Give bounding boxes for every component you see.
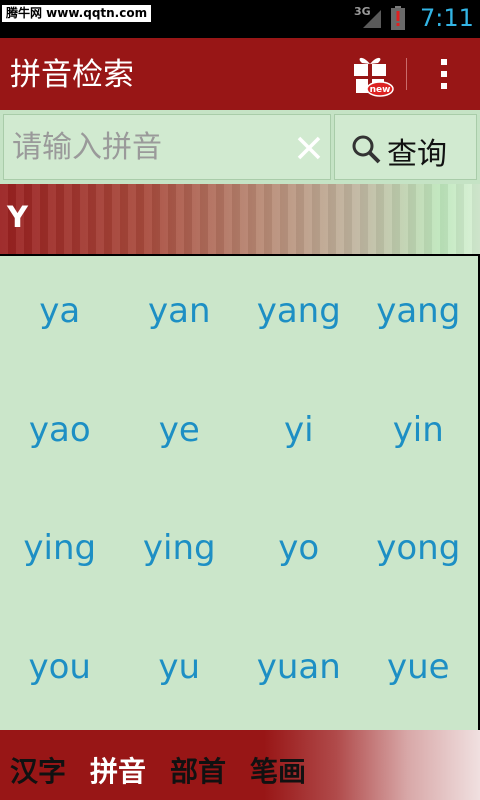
syllable-cell[interactable]: yao bbox=[0, 375, 120, 494]
syllable-cell[interactable]: yang bbox=[239, 256, 359, 375]
signal-icon bbox=[363, 10, 381, 28]
query-button-label: 查询 bbox=[387, 137, 447, 172]
syllable-cell[interactable]: you bbox=[0, 612, 120, 731]
battery-alert-icon bbox=[391, 6, 405, 30]
gift-new-icon[interactable]: new bbox=[350, 52, 394, 98]
query-button[interactable]: 查询 bbox=[334, 114, 477, 180]
tab-bihua[interactable]: 笔画 bbox=[250, 750, 306, 790]
action-divider bbox=[406, 58, 407, 90]
tab-hanzi[interactable]: 汉字 bbox=[10, 750, 66, 790]
syllable-cell[interactable]: yu bbox=[120, 612, 240, 731]
syllable-cell[interactable]: yi bbox=[239, 375, 359, 494]
syllable-cell[interactable]: yang bbox=[359, 256, 479, 375]
search-icon bbox=[352, 135, 381, 164]
syllable-cell[interactable]: yue bbox=[359, 612, 479, 731]
search-box bbox=[3, 114, 331, 180]
svg-text:new: new bbox=[370, 85, 391, 95]
tab-pinyin[interactable]: 拼音 bbox=[90, 750, 146, 790]
bottom-tab-bar: 汉字 拼音 部首 笔画 bbox=[0, 730, 480, 800]
search-input[interactable] bbox=[12, 125, 282, 169]
syllable-cell[interactable]: ying bbox=[0, 493, 120, 612]
syllable-grid: ya yan yang yang yao ye yi yin ying ying… bbox=[0, 256, 478, 730]
overflow-menu-icon[interactable] bbox=[424, 52, 464, 96]
status-bar: 腾牛网 www.qqtn.com 3G 7:11 bbox=[0, 0, 480, 38]
syllable-cell[interactable]: yo bbox=[239, 493, 359, 612]
syllable-cell[interactable]: ye bbox=[120, 375, 240, 494]
page-title: 拼音检索 bbox=[10, 57, 134, 93]
search-row: 查询 bbox=[0, 110, 480, 184]
watermark-label: 腾牛网 www.qqtn.com bbox=[2, 5, 152, 22]
clock: 7:11 bbox=[420, 4, 474, 32]
syllable-cell[interactable]: ying bbox=[120, 493, 240, 612]
syllable-cell[interactable]: ya bbox=[0, 256, 120, 375]
syllable-cell[interactable]: yuan bbox=[239, 612, 359, 731]
tab-bushou[interactable]: 部首 bbox=[170, 750, 226, 790]
syllable-cell[interactable]: yong bbox=[359, 493, 479, 612]
close-icon[interactable] bbox=[290, 129, 328, 167]
syllable-cell[interactable]: yin bbox=[359, 375, 479, 494]
section-letter: Y bbox=[7, 200, 28, 234]
action-bar: 拼音检索 new bbox=[0, 38, 480, 110]
letter-section-header: Y bbox=[0, 184, 480, 254]
syllable-cell[interactable]: yan bbox=[120, 256, 240, 375]
